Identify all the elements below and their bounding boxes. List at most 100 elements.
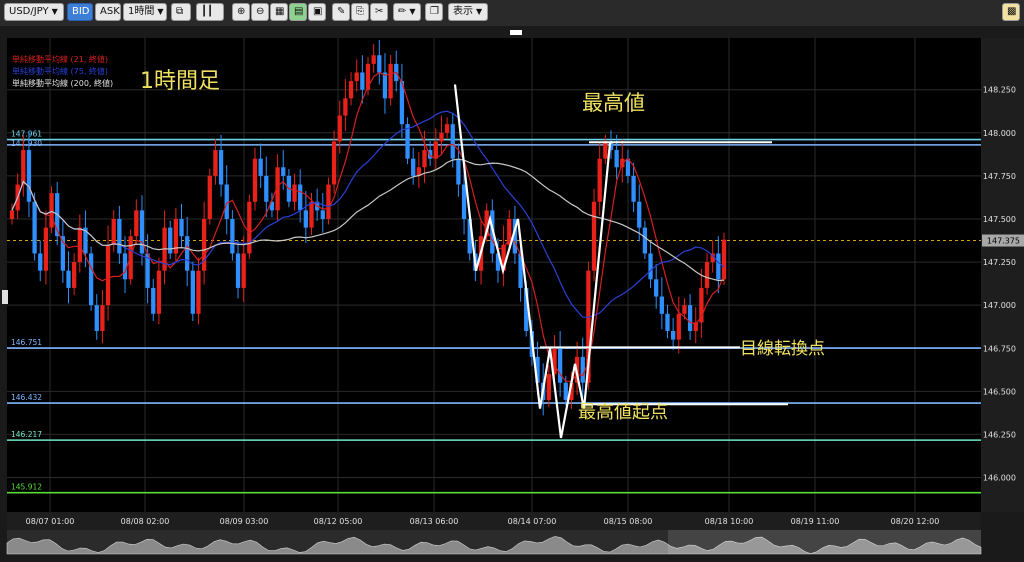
timeframe-select[interactable]: 1時間 ▼ (123, 3, 167, 21)
zoom-out-icon[interactable]: ⊖ (251, 3, 269, 21)
candle-body (631, 175, 636, 202)
display-menu[interactable]: 表示 ▼ (448, 3, 488, 21)
candle-body (377, 55, 382, 73)
chevron-down-icon: ▼ (157, 7, 164, 16)
candle-body (563, 382, 568, 400)
pen-icon[interactable]: ✏ ▼ (393, 3, 421, 21)
candle-body (716, 253, 721, 280)
zoom-in-icon[interactable]: ⊕ (232, 3, 250, 21)
candle-body (26, 150, 32, 202)
candle-body (597, 158, 602, 202)
candle-body (354, 72, 359, 82)
navigator-window[interactable] (668, 530, 981, 554)
candle-body (151, 287, 156, 314)
candle-body (337, 115, 342, 142)
candle-body (320, 210, 325, 219)
scroll-handle[interactable] (510, 30, 522, 35)
candle-body (230, 218, 235, 254)
candle-body (456, 158, 461, 185)
chart-legend: 単純移動平均線 (21, 終値) 単純移動平均線 (75, 終値) 単純移動平均… (12, 54, 113, 88)
copy-icon[interactable]: ⎘ (351, 3, 369, 21)
candle-body (38, 253, 43, 271)
candle-body (49, 193, 54, 228)
candle-body (557, 348, 563, 383)
chart-area[interactable]: 147.961 147.930 146.751 146.432 146.217 145.9… (0, 26, 1024, 558)
candle-body (388, 63, 393, 99)
candle-body (433, 141, 438, 159)
x-tick-label: 08/08 02:00 (121, 517, 170, 526)
side-handle[interactable] (2, 290, 8, 304)
x-tick-label: 08/13 06:00 (410, 517, 459, 526)
candle-body (682, 305, 687, 314)
y-tick-label: 146.250 (983, 430, 1016, 439)
candle-type-icon[interactable]: ┃┃ (196, 3, 224, 21)
x-tick-label: 08/18 10:00 (705, 517, 754, 526)
candle-body (94, 305, 99, 332)
candle-body (179, 218, 184, 237)
candle-body (642, 227, 648, 254)
candle-body (111, 218, 116, 245)
candle-body (591, 201, 597, 271)
candle-body (444, 124, 450, 133)
candle-body (258, 158, 263, 176)
y-tick-label: 147.500 (983, 215, 1016, 224)
candle-body (139, 210, 145, 254)
candle-body (105, 244, 111, 306)
candle-body (9, 210, 15, 219)
symbol-select[interactable]: USD/JPY ▼ (4, 3, 64, 21)
candle-body (235, 253, 241, 288)
candle-body (371, 55, 376, 64)
price-chart[interactable]: 147.961147.930 146.751 146.432 146.217 145.9… (0, 26, 1024, 558)
candle-body (196, 270, 201, 314)
candle-body (326, 184, 331, 219)
display-label: 表示 (453, 6, 473, 17)
ask-button[interactable]: ASK (95, 3, 121, 21)
level-label: 146.217 (11, 430, 42, 439)
candle-body (546, 374, 551, 400)
paste-icon[interactable]: ✂ (370, 3, 388, 21)
chevron-down-icon: ▼ (476, 7, 483, 16)
window-icon[interactable]: ⧉ (171, 3, 191, 21)
candle-body (670, 331, 676, 340)
bid-button[interactable]: BID (67, 3, 93, 21)
candle-body (450, 124, 455, 159)
candle-body (134, 210, 139, 237)
x-tick-label: 08/19 11:00 (791, 517, 840, 526)
y-tick-label: 148.000 (983, 129, 1016, 138)
candle-body (461, 184, 467, 219)
candle-body (411, 158, 416, 176)
candle-body (156, 270, 162, 314)
candle-body (331, 141, 337, 185)
candle-body (43, 227, 49, 271)
symbol-label: USD/JPY (9, 6, 49, 17)
x-tick-label: 08/09 03:00 (220, 517, 269, 526)
y-tick-label: 146.500 (983, 387, 1016, 396)
table-icon[interactable]: ▦ (270, 3, 288, 21)
candle-body (603, 141, 608, 159)
settings-icon[interactable]: ▩ (1002, 3, 1020, 21)
x-tick-label: 08/14 07:00 (508, 517, 557, 526)
candle-body (77, 227, 82, 263)
candle-body (348, 81, 354, 99)
window-icon-2[interactable]: ▣ (308, 3, 326, 21)
high-annotation: 最高値 (582, 91, 645, 115)
level-label: 147.930 (11, 139, 42, 148)
candle-body (213, 150, 218, 176)
current-price-label: 147.375 (987, 237, 1020, 246)
level-label: 146.751 (11, 338, 42, 347)
x-tick-label: 08/07 01:00 (26, 517, 75, 526)
candle-body (247, 201, 252, 254)
candle-body (185, 236, 190, 271)
draw-icon[interactable]: ✎ (332, 3, 350, 21)
level-label: 145.912 (11, 483, 42, 492)
layers-icon[interactable]: ❐ (425, 3, 443, 21)
candle-body (292, 184, 297, 202)
candle-body (21, 150, 26, 185)
candle-body (648, 253, 653, 280)
indicator-icon[interactable]: ▤ (289, 3, 307, 21)
legend-ma75: 単純移動平均線 (75, 終値) (12, 66, 108, 76)
candle-body (32, 201, 37, 254)
navigator[interactable] (6, 530, 982, 555)
candle-body (382, 72, 388, 99)
candle-body (343, 98, 348, 116)
